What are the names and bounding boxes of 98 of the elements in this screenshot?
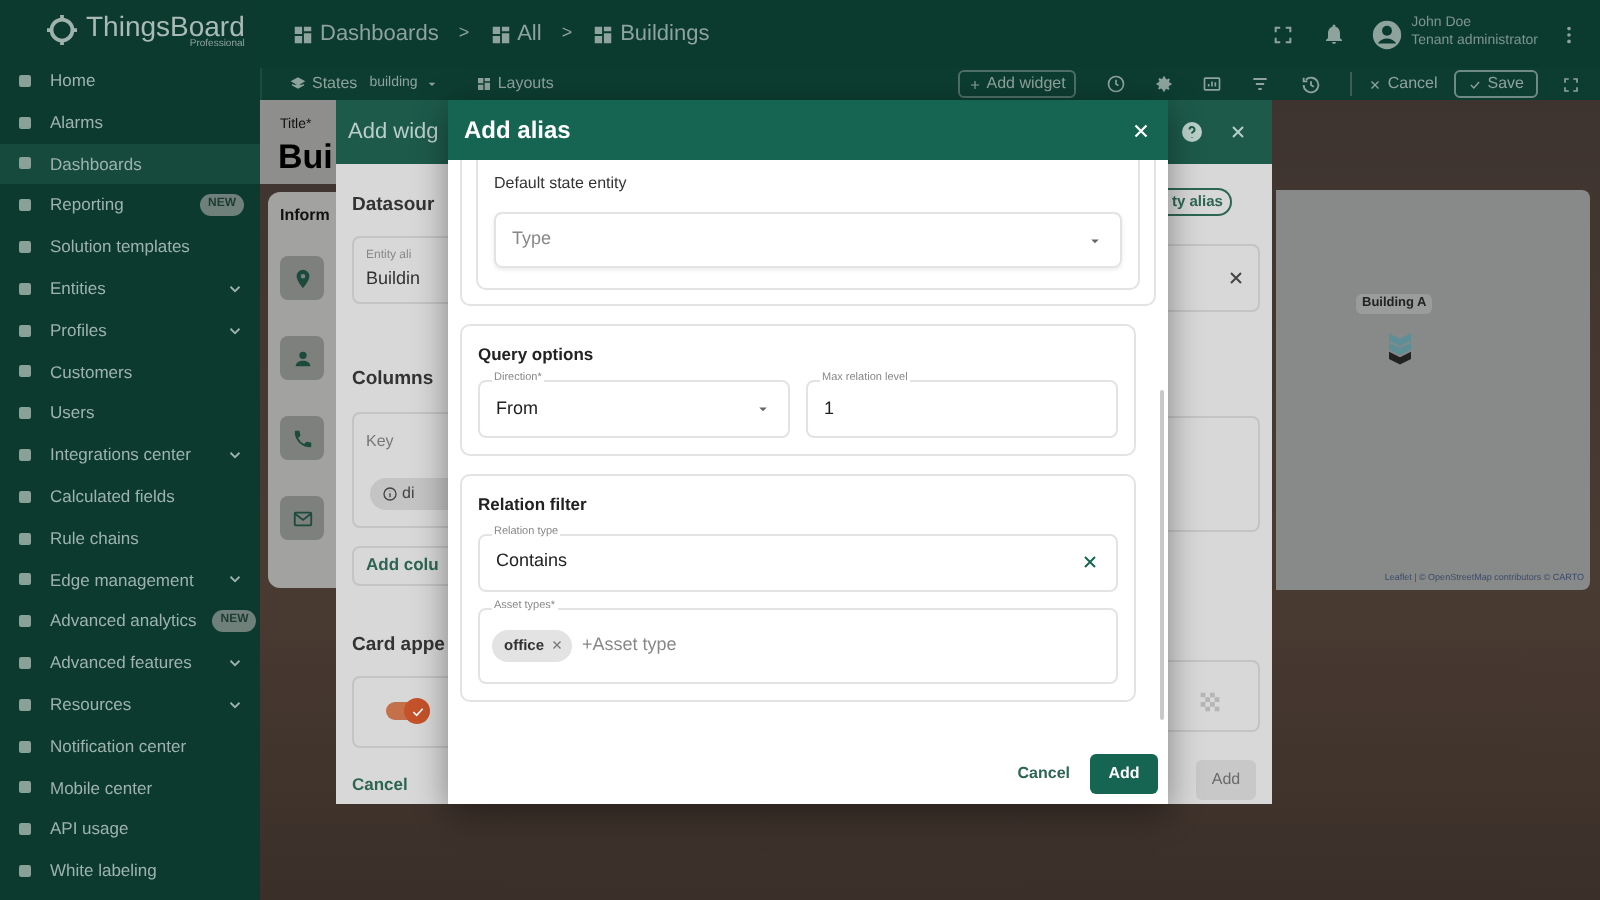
info-icon bbox=[382, 485, 398, 501]
section-title: Columns bbox=[352, 366, 436, 395]
breadcrumb-link[interactable]: All bbox=[517, 17, 542, 51]
breadcrumb-separator: > bbox=[561, 20, 573, 47]
title-panel bbox=[260, 100, 336, 184]
logo-text: ThingsBoard bbox=[86, 11, 245, 39]
history-icon[interactable] bbox=[1299, 73, 1322, 95]
breadcrumb-link[interactable]: Buildings bbox=[620, 17, 710, 51]
breadcrumb-link[interactable]: Dashboards bbox=[320, 17, 439, 51]
square-icon bbox=[16, 529, 34, 548]
square-icon bbox=[16, 321, 34, 340]
sidebar-item[interactable]: Advanced features bbox=[0, 642, 260, 684]
section-title: Card appe bbox=[352, 631, 447, 659]
square-icon bbox=[16, 362, 34, 381]
pin-icon bbox=[291, 267, 313, 289]
sidebar-item[interactable]: Solution templates bbox=[0, 226, 260, 268]
column-header: Key bbox=[366, 429, 396, 453]
cancel-button[interactable]: Cancel bbox=[1017, 762, 1070, 786]
check-icon bbox=[409, 703, 425, 720]
plus-icon bbox=[968, 77, 983, 91]
filter-icon[interactable] bbox=[1249, 74, 1270, 94]
close-icon[interactable] bbox=[1130, 119, 1152, 141]
scrollbar[interactable] bbox=[1160, 390, 1164, 720]
square-icon bbox=[16, 113, 34, 132]
add-button[interactable]: Add bbox=[1090, 754, 1158, 794]
sidebar-item[interactable]: Users bbox=[0, 392, 260, 435]
type-select[interactable]: Type bbox=[494, 212, 1122, 268]
sidebar-item[interactable]: Integrations center bbox=[0, 434, 260, 476]
dialog-title: Add widg bbox=[348, 117, 439, 148]
grid-icon bbox=[489, 23, 512, 45]
section-title: Default state entity bbox=[494, 172, 629, 196]
square-icon bbox=[16, 279, 34, 298]
square-icon bbox=[16, 778, 34, 797]
fullscreen-icon[interactable] bbox=[1271, 23, 1294, 45]
clock-icon[interactable] bbox=[1105, 74, 1126, 94]
save-button[interactable]: Save bbox=[1453, 70, 1538, 98]
square-icon bbox=[16, 654, 34, 673]
chart-icon[interactable] bbox=[1201, 74, 1222, 94]
dialog-title: Add alias bbox=[464, 114, 571, 148]
sidebar-item[interactable]: Alarms bbox=[0, 101, 260, 144]
cancel-button[interactable]: Cancel bbox=[1349, 72, 1438, 96]
phone-icon bbox=[291, 427, 313, 449]
sidebar-item[interactable]: Mobile center bbox=[0, 767, 260, 809]
add-widget-button[interactable]: Add widget bbox=[958, 70, 1076, 98]
sidebar-item[interactable]: Home bbox=[0, 60, 260, 102]
sidebar-item[interactable]: Notification center bbox=[0, 725, 260, 768]
bell-icon[interactable] bbox=[1321, 22, 1346, 46]
square-icon bbox=[16, 612, 34, 631]
card-title: Inform bbox=[280, 204, 332, 228]
layers-icon bbox=[290, 76, 306, 92]
sidebar-item[interactable]: White labeling bbox=[0, 850, 260, 892]
close-icon bbox=[1367, 77, 1382, 91]
sidebar-item[interactable]: API usage bbox=[0, 808, 260, 851]
help-icon[interactable] bbox=[1180, 120, 1204, 144]
square-icon bbox=[16, 196, 34, 215]
square-icon bbox=[16, 862, 34, 881]
section-title: Datasour bbox=[352, 192, 437, 220]
mail-icon bbox=[291, 507, 313, 529]
sidebar-item[interactable]: Resources bbox=[0, 683, 260, 726]
cancel-button[interactable]: Cancel bbox=[352, 771, 448, 797]
toggle-switch[interactable] bbox=[386, 702, 426, 721]
sidebar-item[interactable]: Profiles bbox=[0, 309, 260, 352]
key-chip[interactable]: di bbox=[370, 477, 448, 509]
logo-icon bbox=[44, 12, 80, 48]
person-icon bbox=[291, 347, 313, 369]
square-icon bbox=[16, 71, 34, 90]
clear-icon[interactable] bbox=[1226, 268, 1246, 288]
layouts-button[interactable]: Layouts bbox=[475, 72, 959, 96]
check-icon bbox=[1467, 77, 1482, 91]
grid-icon bbox=[592, 23, 615, 45]
sidebar-item[interactable]: Edge management bbox=[0, 559, 260, 601]
sidebar-item[interactable]: Rule chains bbox=[0, 517, 260, 560]
sidebar-item[interactable]: Entities bbox=[0, 267, 260, 310]
avatar-icon[interactable] bbox=[1369, 17, 1404, 51]
dashboard-title: Bui bbox=[278, 136, 333, 180]
settings-icon[interactable] bbox=[1153, 74, 1174, 94]
section-title: Query options bbox=[478, 342, 596, 368]
square-icon bbox=[16, 570, 34, 589]
square-icon bbox=[16, 695, 34, 714]
square-icon bbox=[16, 404, 34, 423]
grid-icon bbox=[292, 23, 314, 45]
close-icon[interactable] bbox=[1228, 122, 1248, 142]
asset-type-input[interactable]: +Asset type bbox=[582, 631, 677, 659]
square-icon bbox=[16, 154, 34, 173]
sidebar-item[interactable]: Calculated fields bbox=[0, 475, 260, 518]
section-title: Relation filter bbox=[478, 491, 589, 517]
remove-icon[interactable] bbox=[550, 638, 565, 652]
sidebar-item[interactable]: Dashboards bbox=[0, 143, 260, 185]
square-icon bbox=[16, 487, 34, 506]
square-icon bbox=[16, 820, 34, 839]
fullscreen-icon[interactable] bbox=[1562, 75, 1580, 93]
square-icon bbox=[16, 737, 34, 756]
square-icon bbox=[16, 446, 34, 465]
breadcrumb-separator: > bbox=[458, 20, 470, 47]
clear-icon[interactable] bbox=[1080, 552, 1100, 572]
sidebar-item[interactable]: Customers bbox=[0, 351, 260, 393]
square-icon bbox=[16, 238, 34, 257]
grid-icon bbox=[475, 76, 492, 92]
